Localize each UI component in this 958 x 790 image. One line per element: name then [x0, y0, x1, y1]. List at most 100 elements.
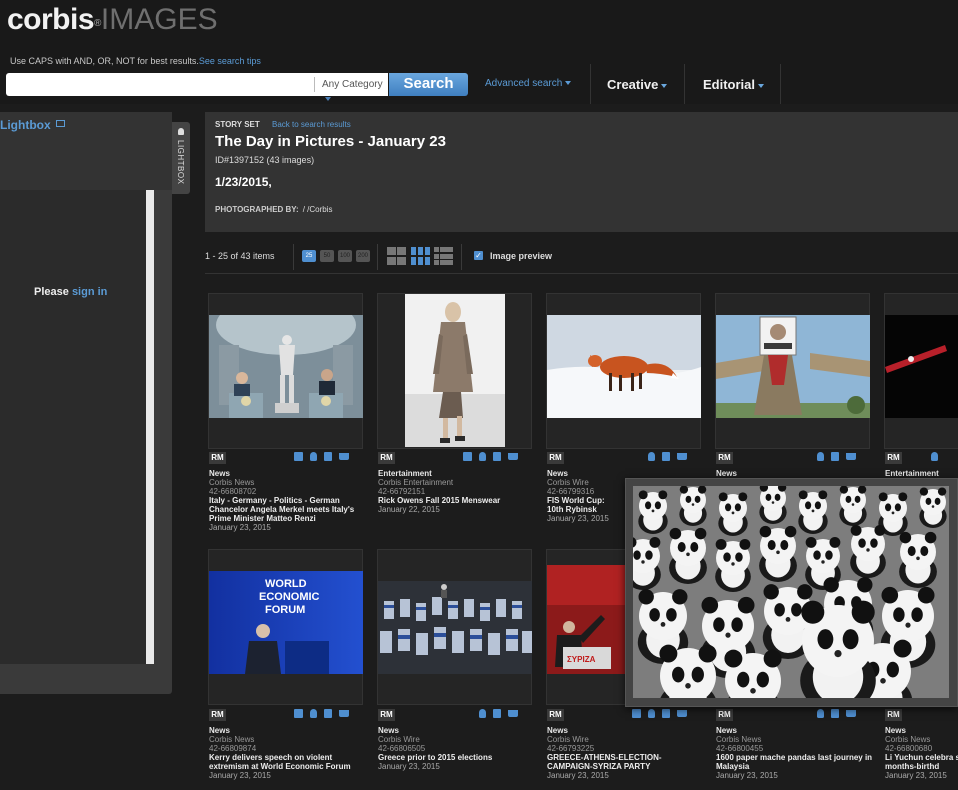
- tile-caption[interactable]: FIS World Cup: 10th Rybinsk: [547, 496, 623, 514]
- thumbnail-scarecrow[interactable]: [716, 315, 870, 418]
- tile-info: News Corbis Wire 42-66799316 FIS World C…: [547, 469, 623, 523]
- tile-caption[interactable]: Kerry delivers speech on violent extremi…: [209, 753, 369, 771]
- thumbnail-runway-model[interactable]: [405, 294, 505, 447]
- cart-icon[interactable]: [846, 710, 856, 717]
- results-toolbar: 1 - 25 of 43 items 25 50 100 200 ✓ Image…: [205, 240, 958, 274]
- thumbnail-david-statue[interactable]: [209, 315, 363, 418]
- nav-tab-creative[interactable]: Creative: [607, 77, 668, 92]
- lightbox-add-icon[interactable]: [931, 452, 938, 461]
- per-page-50[interactable]: 50: [320, 250, 334, 262]
- lightbox-tab-label: LIGHTBOX: [176, 140, 185, 185]
- image-tile[interactable]: [715, 293, 870, 449]
- lightbox-toggle-tab[interactable]: LIGHTBOX: [172, 122, 190, 194]
- price-calculator-icon[interactable]: [831, 452, 839, 461]
- thumbnail-greek-flags[interactable]: [378, 581, 532, 674]
- back-to-results-link[interactable]: Back to search results: [272, 120, 351, 129]
- price-calculator-icon[interactable]: [324, 452, 332, 461]
- per-page-100[interactable]: 100: [338, 250, 352, 262]
- image-tile[interactable]: WORLD ECONOMIC FORUM: [208, 549, 363, 705]
- image-tile[interactable]: [377, 549, 532, 705]
- lightbox-add-icon[interactable]: [817, 709, 824, 718]
- price-calculator-icon[interactable]: [831, 709, 839, 718]
- tile-caption[interactable]: Greece prior to 2015 elections: [378, 753, 538, 762]
- image-tile[interactable]: [208, 293, 363, 449]
- similar-images-icon[interactable]: [463, 452, 472, 461]
- medium-grid-icon[interactable]: [411, 247, 430, 265]
- search-bar: Any Category: [6, 73, 388, 102]
- per-page-25[interactable]: 25: [302, 250, 316, 262]
- lightbox-add-icon[interactable]: [479, 452, 486, 461]
- small-grid-icon[interactable]: [434, 247, 453, 265]
- tile-actions: [810, 709, 856, 719]
- price-calculator-icon[interactable]: [324, 709, 332, 718]
- price-calculator-icon[interactable]: [493, 452, 501, 461]
- page-title: The Day in Pictures - January 23: [215, 133, 446, 150]
- cart-icon[interactable]: [508, 710, 518, 717]
- image-tile[interactable]: [884, 293, 958, 449]
- similar-images-icon[interactable]: [294, 709, 303, 718]
- thumbnail-tsipras-speech[interactable]: ΣΥΡΙΖΑ: [547, 565, 627, 674]
- thumbnail-red-fox[interactable]: [547, 315, 701, 418]
- tile-date: January 23, 2015: [716, 771, 778, 780]
- cart-icon[interactable]: [508, 453, 518, 460]
- search-input[interactable]: [6, 73, 308, 96]
- tile-info: News Corbis News 42-66800680 Li Yuchun c…: [885, 726, 958, 780]
- search-tips-link[interactable]: See search tips: [199, 56, 261, 66]
- similar-images-icon[interactable]: [632, 709, 641, 718]
- wef-sign-text: FORUM: [265, 604, 305, 616]
- advanced-search-link[interactable]: Advanced search: [485, 78, 572, 89]
- rights-managed-badge: RM: [547, 452, 564, 464]
- category-select[interactable]: Any Category: [314, 77, 388, 102]
- large-grid-icon[interactable]: [387, 247, 406, 265]
- preview-image-pandas[interactable]: [633, 486, 949, 698]
- lightbox-add-icon[interactable]: [479, 709, 486, 718]
- tile-info: News Corbis News 42-66809874 Kerry deliv…: [209, 726, 369, 780]
- price-calculator-icon[interactable]: [662, 452, 670, 461]
- lightbox-title[interactable]: Lightbox: [0, 118, 51, 132]
- logo-text: corbis: [7, 3, 95, 36]
- per-page-200[interactable]: 200: [356, 250, 370, 262]
- thumbnail-performer[interactable]: [885, 315, 958, 418]
- cart-icon[interactable]: [846, 453, 856, 460]
- tile-caption[interactable]: Li Yuchun celebra six-months-birthd: [885, 753, 958, 771]
- corbis-logo[interactable]: corbis®IMAGES: [7, 3, 218, 37]
- similar-images-icon[interactable]: [294, 452, 303, 461]
- image-preview-checkbox[interactable]: ✓: [474, 251, 483, 260]
- search-button[interactable]: Search: [389, 73, 468, 96]
- tile-category: News: [209, 726, 230, 735]
- panda-figure: [718, 492, 748, 536]
- tile-id: 42-66792151: [378, 487, 426, 496]
- lightbox-header: Lightbox: [0, 112, 172, 190]
- image-tile[interactable]: [377, 293, 532, 449]
- tile-date: January 23, 2015: [547, 514, 609, 523]
- tile-category: News: [547, 726, 568, 735]
- rights-managed-badge: RM: [209, 452, 226, 464]
- lightbox-add-icon[interactable]: [310, 452, 317, 461]
- tile-info: Entertainment: [885, 469, 958, 478]
- cart-icon[interactable]: [339, 710, 349, 717]
- image-tile[interactable]: [546, 293, 701, 449]
- lightbox-panel: Lightbox Please sign in: [0, 112, 172, 694]
- tile-info: News Corbis Wire 42-66793225 GREECE-ATHE…: [547, 726, 707, 780]
- tile-info: News Corbis News 42-66800455 1600 paper …: [716, 726, 876, 780]
- lightbox-add-icon[interactable]: [310, 709, 317, 718]
- lightbox-add-icon[interactable]: [817, 452, 824, 461]
- logo-images-text: IMAGES: [100, 3, 218, 36]
- lightbox-add-icon[interactable]: [648, 452, 655, 461]
- cart-icon[interactable]: [677, 453, 687, 460]
- thumbnail-kerry-wef[interactable]: WORLD ECONOMIC FORUM: [209, 571, 363, 674]
- tile-date: January 23, 2015: [209, 523, 271, 532]
- price-calculator-icon[interactable]: [662, 709, 670, 718]
- tile-caption[interactable]: GREECE-ATHENS-ELECTION-CAMPAIGN-SYRIZA P…: [547, 753, 707, 771]
- tile-caption[interactable]: Rick Owens Fall 2015 Menswear: [378, 496, 538, 505]
- cart-icon[interactable]: [677, 710, 687, 717]
- lightbox-add-icon[interactable]: [648, 709, 655, 718]
- expand-icon[interactable]: [56, 120, 65, 127]
- price-calculator-icon[interactable]: [493, 709, 501, 718]
- tile-caption[interactable]: Italy - Germany - Politics - German Chan…: [209, 496, 369, 523]
- cart-icon[interactable]: [339, 453, 349, 460]
- sign-in-link[interactable]: sign in: [72, 286, 107, 298]
- nav-tab-editorial[interactable]: Editorial: [703, 77, 765, 92]
- result-count: 1 - 25 of 43 items: [205, 251, 275, 261]
- tile-caption[interactable]: 1600 paper mache pandas last journey in …: [716, 753, 876, 771]
